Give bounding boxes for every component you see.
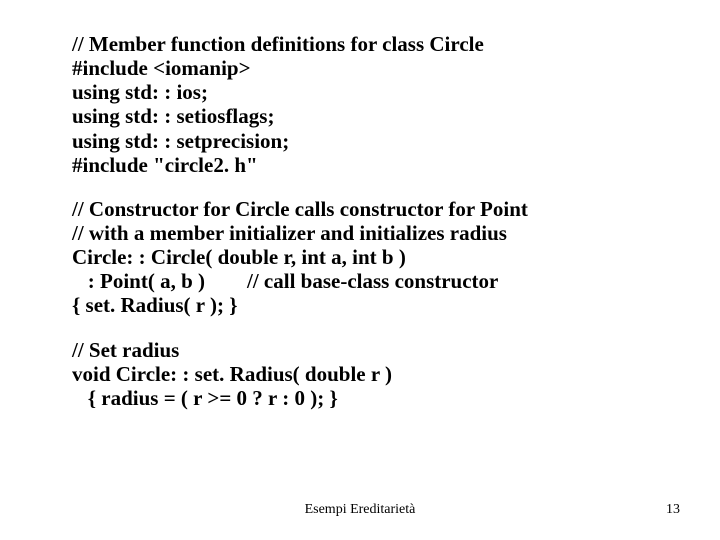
code-line: // Member function definitions for class… (72, 32, 662, 56)
code-line: #include <iomanip> (72, 56, 662, 80)
code-line: using std: : setiosflags; (72, 104, 662, 128)
code-line: using std: : setprecision; (72, 129, 662, 153)
code-line: // Set radius (72, 338, 662, 362)
code-line: // with a member initializer and initial… (72, 221, 662, 245)
code-line: : Point( a, b ) // call base-class const… (72, 269, 662, 293)
blank-line (72, 177, 662, 197)
code-line: { set. Radius( r ); } (72, 293, 662, 317)
code-content: // Member function definitions for class… (72, 32, 662, 410)
code-line: // Constructor for Circle calls construc… (72, 197, 662, 221)
code-line: #include "circle2. h" (72, 153, 662, 177)
code-line: using std: : ios; (72, 80, 662, 104)
code-line: { radius = ( r >= 0 ? r : 0 ); } (72, 386, 662, 410)
footer-title: Esempi Ereditarietà (0, 502, 720, 518)
code-line: void Circle: : set. Radius( double r ) (72, 362, 662, 386)
slide: // Member function definitions for class… (0, 0, 720, 540)
code-line: Circle: : Circle( double r, int a, int b… (72, 245, 662, 269)
page-number: 13 (666, 502, 680, 518)
blank-line (72, 318, 662, 338)
